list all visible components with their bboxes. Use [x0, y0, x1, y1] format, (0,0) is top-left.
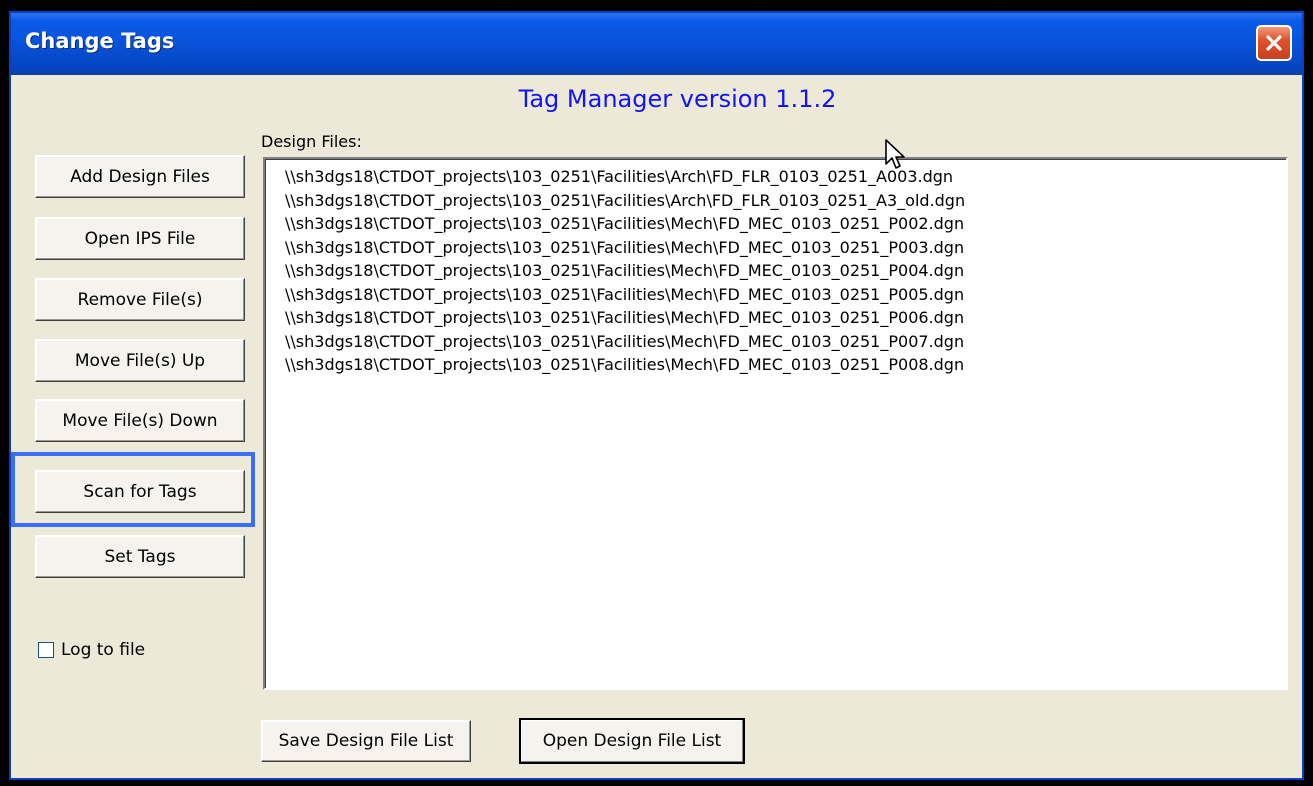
close-button[interactable] — [1256, 25, 1292, 61]
list-item[interactable]: \\sh3dgs18\CTDOT_projects\103_0251\Facil… — [285, 189, 1286, 213]
remove-files-button[interactable]: Remove File(s) — [35, 278, 245, 321]
list-item[interactable]: \\sh3dgs18\CTDOT_projects\103_0251\Facil… — [285, 236, 1286, 260]
scan-for-tags-button[interactable]: Scan for Tags — [35, 470, 245, 513]
design-files-listbox[interactable]: \\sh3dgs18\CTDOT_projects\103_0251\Facil… — [263, 157, 1288, 690]
mouse-pointer-icon — [885, 139, 905, 169]
log-to-file-checkbox[interactable] — [38, 642, 54, 658]
move-files-down-button[interactable]: Move File(s) Down — [35, 399, 245, 442]
list-item[interactable]: \\sh3dgs18\CTDOT_projects\103_0251\Facil… — [285, 259, 1286, 283]
app-version-title: Tag Manager version 1.1.2 — [518, 85, 837, 113]
add-design-files-button[interactable]: Add Design Files — [35, 155, 245, 198]
title-bar[interactable]: Change Tags — [11, 13, 1302, 75]
log-to-file-option[interactable]: Log to file — [38, 640, 145, 660]
design-files-label: Design Files: — [261, 132, 362, 151]
save-design-file-list-button[interactable]: Save Design File List — [261, 720, 471, 762]
list-item[interactable]: \\sh3dgs18\CTDOT_projects\103_0251\Facil… — [285, 212, 1286, 236]
dialog-client-area: Tag Manager version 1.1.2 Add Design Fil… — [11, 75, 1302, 778]
open-design-file-list-button[interactable]: Open Design File List — [519, 718, 745, 764]
list-item[interactable]: \\sh3dgs18\CTDOT_projects\103_0251\Facil… — [285, 353, 1286, 377]
list-item[interactable]: \\sh3dgs18\CTDOT_projects\103_0251\Facil… — [285, 330, 1286, 354]
log-to-file-label: Log to file — [61, 640, 146, 660]
move-files-up-button[interactable]: Move File(s) Up — [35, 339, 245, 382]
list-item[interactable]: \\sh3dgs18\CTDOT_projects\103_0251\Facil… — [285, 165, 1286, 189]
window-title: Change Tags — [25, 29, 175, 53]
list-item[interactable]: \\sh3dgs18\CTDOT_projects\103_0251\Facil… — [285, 283, 1286, 307]
change-tags-window: Change Tags Tag Manager version 1.1.2 Ad… — [9, 11, 1304, 780]
set-tags-button[interactable]: Set Tags — [35, 535, 245, 578]
close-icon — [1266, 35, 1282, 51]
open-ips-file-button[interactable]: Open IPS File — [35, 217, 245, 260]
list-item[interactable]: \\sh3dgs18\CTDOT_projects\103_0251\Facil… — [285, 306, 1286, 330]
